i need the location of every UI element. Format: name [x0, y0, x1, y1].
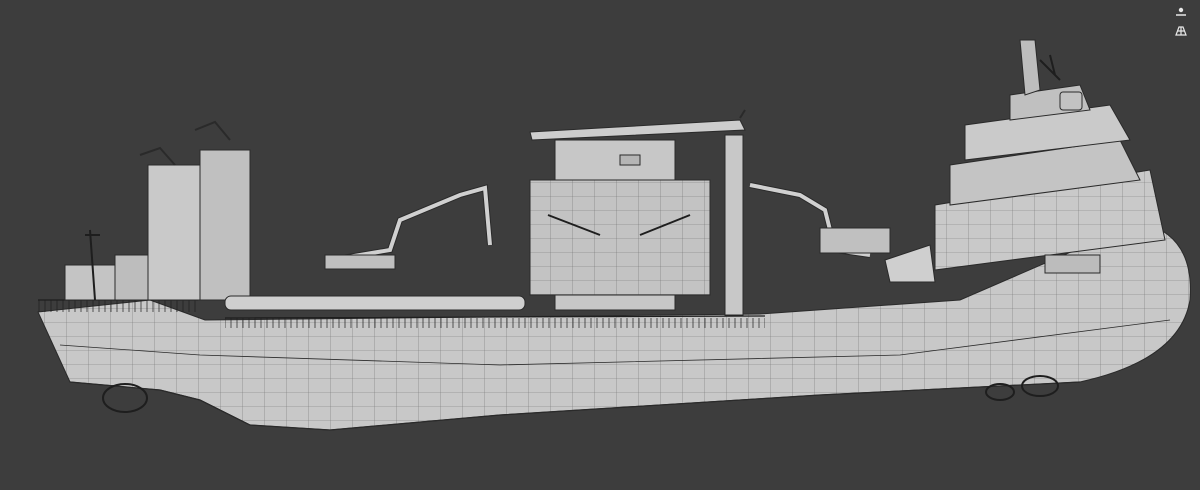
crane-left — [324, 184, 493, 270]
deck-pipe — [224, 295, 526, 311]
stern-structures — [64, 120, 251, 301]
central-superstructure — [529, 139, 711, 311]
camera-lock-icon[interactable] — [1172, 4, 1190, 18]
viewport-gizmo — [1170, 4, 1192, 38]
3d-viewport[interactable] — [0, 0, 1200, 490]
crane-right — [749, 182, 891, 258]
ship-model[interactable] — [0, 0, 1200, 490]
bow-superstructure — [884, 39, 1166, 283]
grid-toggle-icon[interactable] — [1172, 24, 1190, 38]
